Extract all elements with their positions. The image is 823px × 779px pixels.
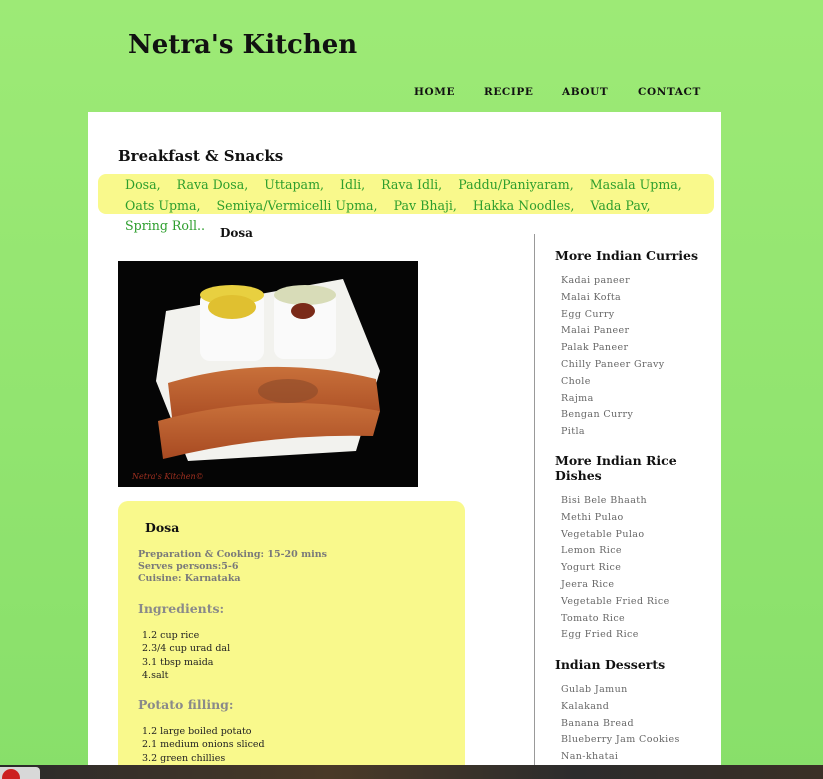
sidebar-link[interactable]: Yogurt Rice: [561, 562, 621, 573]
recipe-link-rava-idli[interactable]: Rava Idli,: [381, 177, 442, 192]
nav-about[interactable]: ABOUT: [562, 86, 608, 98]
sidebar-link[interactable]: Malai Paneer: [561, 325, 629, 336]
recipe-link-uttapam[interactable]: Uttapam,: [264, 177, 324, 192]
list-item: 1.2 large boiled potato: [142, 726, 252, 737]
sidebar-divider: [534, 234, 535, 779]
recipe-link-oats-upma[interactable]: Oats Upma,: [125, 198, 201, 213]
recipe-link-masala-upma[interactable]: Masala Upma,: [590, 177, 682, 192]
recipe-meta: Preparation & Cooking: 15-20 mins Serves…: [138, 549, 327, 585]
rice-list: Bisi Bele Bhaath Methi Pulao Vegetable P…: [561, 493, 670, 644]
prep-time: Preparation & Cooking: 15-20 mins: [138, 549, 327, 560]
sidebar-heading-curries: More Indian Curries: [555, 248, 698, 263]
sidebar-link[interactable]: Jeera Rice: [561, 579, 614, 590]
sidebar-link[interactable]: Pitla: [561, 426, 585, 437]
sidebar-heading-rice: More Indian Rice Dishes: [555, 453, 677, 483]
recipe-links: Dosa, Rava Dosa, Uttapam, Idli, Rava Idl…: [125, 175, 710, 237]
recipe-link-hakka-noodles[interactable]: Hakka Noodles,: [473, 198, 574, 213]
list-item: 2.1 medium onions sliced: [142, 739, 265, 751]
list-item: 1.2 cup rice: [142, 630, 200, 641]
sidebar-link[interactable]: Rajma: [561, 393, 594, 404]
nav-contact[interactable]: CONTACT: [638, 86, 701, 98]
list-item: 2.3/4 cup urad dal: [142, 643, 231, 655]
sidebar-link[interactable]: Methi Pulao: [561, 512, 624, 523]
sidebar-link[interactable]: Vegetable Fried Rice: [561, 596, 670, 607]
recipe-link-paddu[interactable]: Paddu/Paniyaram,: [458, 177, 574, 192]
sidebar-link[interactable]: Chole: [561, 376, 591, 387]
sidebar-link[interactable]: Kalakand: [561, 701, 609, 712]
sidebar-link[interactable]: Egg Fried Rice: [561, 629, 639, 640]
os-taskbar: [0, 765, 823, 779]
sidebar-link[interactable]: Banana Bread: [561, 718, 634, 729]
list-item: 4.salt: [142, 669, 169, 681]
photo-watermark: Netra's Kitchen©: [132, 472, 204, 481]
sidebar-link[interactable]: Chilly Paneer Gravy: [561, 359, 665, 370]
sidebar-link[interactable]: Bisi Bele Bhaath: [561, 495, 647, 506]
ingredients-list: 1.2 cup rice 2.3/4 cup urad dal 3.1 tbsp…: [142, 629, 230, 682]
sidebar-link[interactable]: Nan-khatai: [561, 751, 618, 762]
curries-list: Kadai paneer Malai Kofta Egg Curry Malai…: [561, 273, 665, 441]
desserts-list: Gulab Jamun Kalakand Banana Bread Bluebe…: [561, 682, 680, 766]
sidebar-link[interactable]: Bengan Curry: [561, 409, 633, 420]
sidebar-link[interactable]: Lemon Rice: [561, 545, 622, 556]
sidebar-link[interactable]: Palak Paneer: [561, 342, 628, 353]
recipe-card-title: Dosa: [145, 520, 180, 535]
ingredients-heading: Ingredients:: [138, 601, 225, 616]
sidebar-link[interactable]: Tomato Rice: [561, 613, 625, 624]
nav-home[interactable]: HOME: [414, 86, 455, 98]
sidebar-link[interactable]: Blueberry Jam Cookies: [561, 734, 680, 745]
recipe-link-semiya-upma[interactable]: Semiya/Vermicelli Upma,: [217, 198, 378, 213]
list-item: 3.1 tbsp maida: [142, 656, 214, 668]
filling-heading: Potato filling:: [138, 697, 234, 712]
recipe-link-idli[interactable]: Idli,: [340, 177, 365, 192]
sidebar-link[interactable]: Egg Curry: [561, 309, 615, 320]
section-title: Breakfast & Snacks: [118, 147, 284, 165]
filling-list: 1.2 large boiled potato 2.1 medium onion…: [142, 725, 265, 765]
main-nav: HOME RECIPE ABOUT CONTACT: [0, 86, 823, 100]
sidebar-link[interactable]: Gulab Jamun: [561, 684, 628, 695]
recipe-links-ellipsis: ..: [197, 218, 206, 233]
recipe-link-spring-roll[interactable]: Spring Roll: [125, 218, 197, 233]
sidebar-link[interactable]: Kadai paneer: [561, 275, 630, 286]
nav-recipe[interactable]: RECIPE: [484, 86, 534, 98]
recipe-link-dosa[interactable]: Dosa,: [125, 177, 161, 192]
recipe-link-pav-bhaji[interactable]: Pav Bhaji,: [394, 198, 457, 213]
site-title[interactable]: Netra's Kitchen: [128, 30, 357, 60]
sidebar-link[interactable]: Vegetable Pulao: [561, 529, 645, 540]
list-item: 3.2 green chillies: [142, 752, 226, 764]
sidebar-heading-desserts: Indian Desserts: [555, 657, 666, 672]
recipe-link-rava-dosa[interactable]: Rava Dosa,: [177, 177, 249, 192]
post-title[interactable]: Dosa: [220, 226, 253, 240]
recipe-link-vada-pav[interactable]: Vada Pav,: [590, 198, 650, 213]
dosa-photo: [118, 261, 418, 487]
sidebar-link[interactable]: Malai Kofta: [561, 292, 621, 303]
serves: Serves persons:5-6: [138, 561, 239, 572]
cuisine: Cuisine: Karnataka: [138, 573, 241, 584]
